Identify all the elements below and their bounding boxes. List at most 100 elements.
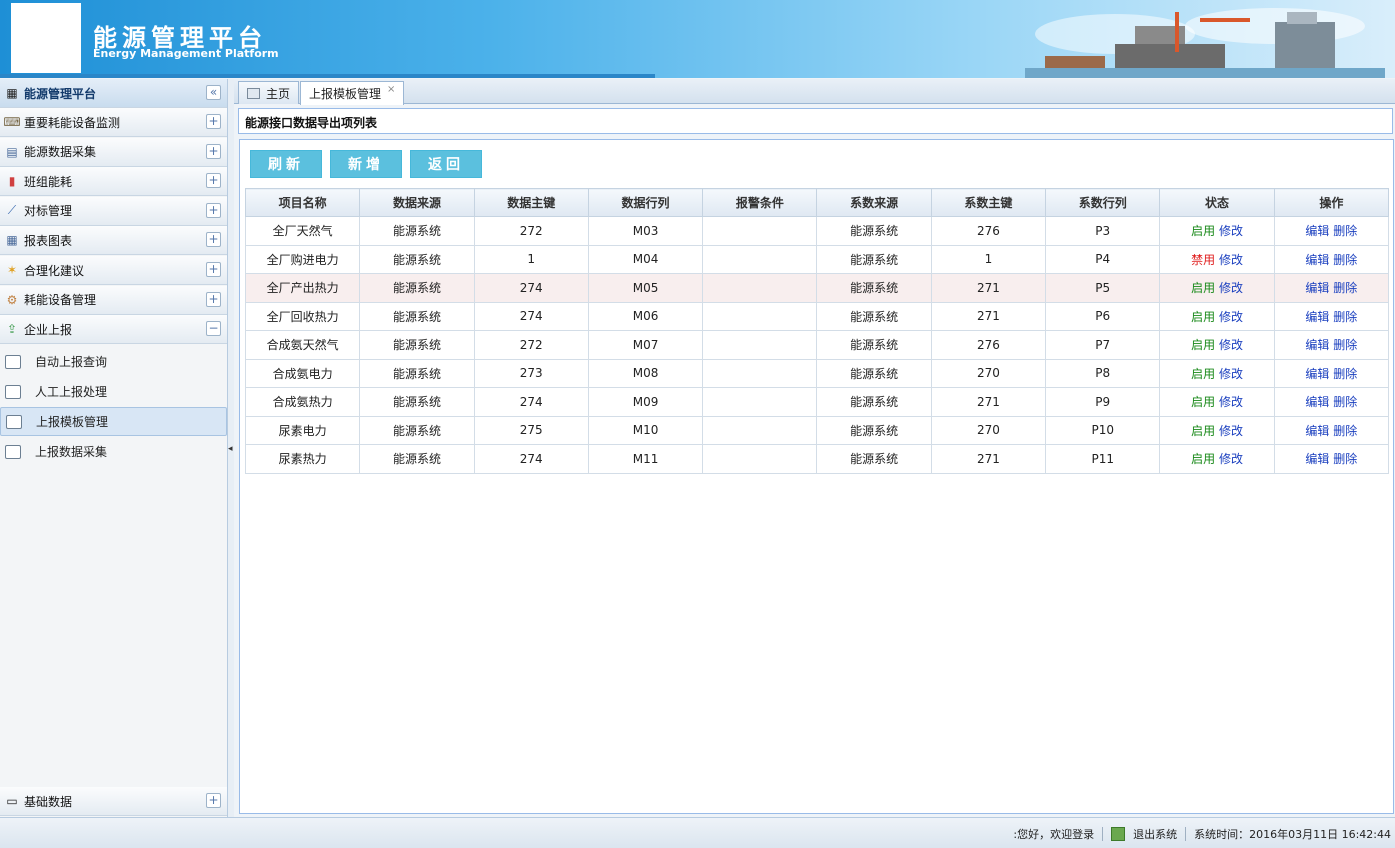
edit-link[interactable]: 编辑 <box>1305 452 1329 466</box>
window-icon <box>5 444 21 459</box>
modify-link[interactable]: 修改 <box>1219 281 1243 295</box>
status-toggle-link[interactable]: 禁用 <box>1191 253 1215 267</box>
cell-key: 273 <box>473 358 589 388</box>
expand-icon[interactable]: + <box>206 262 221 277</box>
expand-icon[interactable]: + <box>206 291 221 307</box>
modify-link[interactable]: 修改 <box>1219 253 1243 267</box>
column-header[interactable]: 系数来源 <box>816 188 932 217</box>
column-header[interactable]: 系数主键 <box>930 188 1047 217</box>
edit-link[interactable]: 编辑 <box>1305 253 1329 267</box>
modify-link[interactable]: 修改 <box>1219 224 1243 238</box>
delete-link[interactable]: 删除 <box>1333 338 1357 352</box>
cell-ckey: 271 <box>930 301 1047 331</box>
delete-link[interactable]: 删除 <box>1333 310 1357 324</box>
table-row[interactable]: 全厂天然气 能源系统 272 M03 能源系统 276 P3 启用 修改 编辑 删除 <box>244 216 1390 246</box>
expand-icon[interactable]: + <box>206 173 221 189</box>
status-toggle-link[interactable]: 启用 <box>1191 310 1215 324</box>
modify-link[interactable]: 修改 <box>1219 338 1243 352</box>
edit-link[interactable]: 编辑 <box>1305 224 1329 238</box>
cell-rc: M05 <box>587 273 704 303</box>
delete-link[interactable]: 删除 <box>1333 395 1357 409</box>
delete-link[interactable]: 删除 <box>1333 452 1357 466</box>
status-toggle-link[interactable]: 启用 <box>1191 424 1215 438</box>
table-row[interactable]: 合成氨天然气 能源系统 272 M07 能源系统 276 P7 启用 修改 编辑 删除 <box>244 330 1390 360</box>
sidebar-splitter[interactable]: ◂ <box>228 79 234 817</box>
tab-report-template[interactable]: 上报模板管理 × <box>300 81 405 105</box>
close-icon[interactable]: × <box>387 84 395 95</box>
sidebar-item-0[interactable]: ⌨ 重要耗能设备监测 + <box>0 108 227 137</box>
expand-icon[interactable]: + <box>206 793 221 808</box>
tab-home[interactable]: 主页 <box>238 81 300 104</box>
back-button[interactable]: 返回 <box>410 150 482 178</box>
column-header[interactable]: 数据行列 <box>587 188 704 217</box>
table-row[interactable]: 全厂购进电力 能源系统 1 M04 能源系统 1 P4 禁用 修改 编辑 删除 <box>244 244 1390 274</box>
delete-link[interactable]: 删除 <box>1333 424 1357 438</box>
sidebar-top[interactable]: ▦ 能源管理平台 « <box>0 79 227 108</box>
logout-icon[interactable] <box>1111 827 1126 841</box>
sidebar-subitem-2[interactable]: 上报模板管理 <box>0 407 227 436</box>
column-header[interactable]: 项目名称 <box>244 188 361 217</box>
edit-link[interactable]: 编辑 <box>1305 310 1329 324</box>
cell-csrc: 能源系统 <box>816 273 932 303</box>
table-row[interactable]: 合成氨热力 能源系统 274 M09 能源系统 271 P9 启用 修改 编辑 删除 <box>244 387 1390 417</box>
status-toggle-link[interactable]: 启用 <box>1191 338 1215 352</box>
sidebar-item-2[interactable]: ▮ 班组能耗 + <box>0 167 227 197</box>
sidebar-subitem-3[interactable]: 上报数据采集 <box>0 437 227 466</box>
sidebar-subitem-1[interactable]: 人工上报处理 <box>0 377 227 406</box>
delete-link[interactable]: 删除 <box>1333 253 1357 267</box>
edit-link[interactable]: 编辑 <box>1305 338 1329 352</box>
sidebar-item-4[interactable]: ▦ 报表图表 + <box>0 226 227 256</box>
expand-icon[interactable]: + <box>206 232 221 248</box>
column-header[interactable]: 操作 <box>1273 188 1390 217</box>
collapse-icon[interactable]: « <box>206 85 221 100</box>
sidebar-item-basic-data[interactable]: ▭ 基础数据 + <box>0 787 227 816</box>
modify-link[interactable]: 修改 <box>1219 452 1243 466</box>
modify-link[interactable]: 修改 <box>1219 367 1243 381</box>
sidebar-item-3[interactable]: ⟋ 对标管理 + <box>0 196 227 226</box>
cell-actions: 编辑 删除 <box>1273 387 1390 417</box>
column-header[interactable]: 数据主键 <box>473 188 589 217</box>
cell-status: 启用 修改 <box>1159 330 1275 360</box>
modify-link[interactable]: 修改 <box>1219 395 1243 409</box>
add-button[interactable]: 新增 <box>330 150 402 178</box>
status-toggle-link[interactable]: 启用 <box>1191 281 1215 295</box>
sidebar-item-7[interactable]: ⇪ 企业上报 − <box>0 315 227 345</box>
status-toggle-link[interactable]: 启用 <box>1191 395 1215 409</box>
status-toggle-link[interactable]: 启用 <box>1191 367 1215 381</box>
edit-link[interactable]: 编辑 <box>1305 281 1329 295</box>
cell-alarm <box>702 330 818 360</box>
expand-icon[interactable]: + <box>206 202 221 218</box>
column-header[interactable]: 状态 <box>1159 188 1275 217</box>
refresh-button[interactable]: 刷新 <box>250 150 322 178</box>
table-row[interactable]: 全厂产出热力 能源系统 274 M05 能源系统 271 P5 启用 修改 编辑 删除 <box>244 273 1390 303</box>
column-header[interactable]: 系数行列 <box>1045 188 1161 217</box>
modify-link[interactable]: 修改 <box>1219 310 1243 324</box>
column-header[interactable]: 报警条件 <box>702 188 818 217</box>
status-toggle-link[interactable]: 启用 <box>1191 452 1215 466</box>
sidebar-item-6[interactable]: ⚙ 耗能设备管理 + <box>0 285 227 315</box>
expand-icon[interactable]: + <box>206 143 221 159</box>
edit-link[interactable]: 编辑 <box>1305 424 1329 438</box>
delete-link[interactable]: 删除 <box>1333 224 1357 238</box>
table-row[interactable]: 尿素热力 能源系统 274 M11 能源系统 271 P11 启用 修改 编辑 删除 <box>244 444 1390 474</box>
table-row[interactable]: 合成氨电力 能源系统 273 M08 能源系统 270 P8 启用 修改 编辑 删除 <box>244 358 1390 388</box>
sidebar-item-5[interactable]: ✶ 合理化建议 + <box>0 256 227 285</box>
table-row[interactable]: 尿素电力 能源系统 275 M10 能源系统 270 P10 启用 修改 编辑 删除 <box>244 415 1390 445</box>
cell-actions: 编辑 删除 <box>1273 216 1390 246</box>
cell-ckey: 270 <box>930 415 1047 445</box>
sidebar-item-1[interactable]: ▤ 能源数据采集 + <box>0 137 227 167</box>
cell-status: 启用 修改 <box>1159 301 1275 331</box>
collapse-icon[interactable]: − <box>206 321 221 337</box>
sidebar-subitem-0[interactable]: 自动上报查询 <box>0 347 227 376</box>
expand-icon[interactable]: + <box>206 114 221 129</box>
column-header[interactable]: 数据来源 <box>359 188 475 217</box>
status-toggle-link[interactable]: 启用 <box>1191 224 1215 238</box>
logout-link[interactable]: 退出系统 <box>1133 826 1177 842</box>
modify-link[interactable]: 修改 <box>1219 424 1243 438</box>
edit-link[interactable]: 编辑 <box>1305 367 1329 381</box>
collapse-arrow-icon[interactable]: ◂ <box>228 444 233 454</box>
table-row[interactable]: 全厂回收热力 能源系统 274 M06 能源系统 271 P6 启用 修改 编辑 删除 <box>244 301 1390 331</box>
delete-link[interactable]: 删除 <box>1333 367 1357 381</box>
delete-link[interactable]: 删除 <box>1333 281 1357 295</box>
edit-link[interactable]: 编辑 <box>1305 395 1329 409</box>
